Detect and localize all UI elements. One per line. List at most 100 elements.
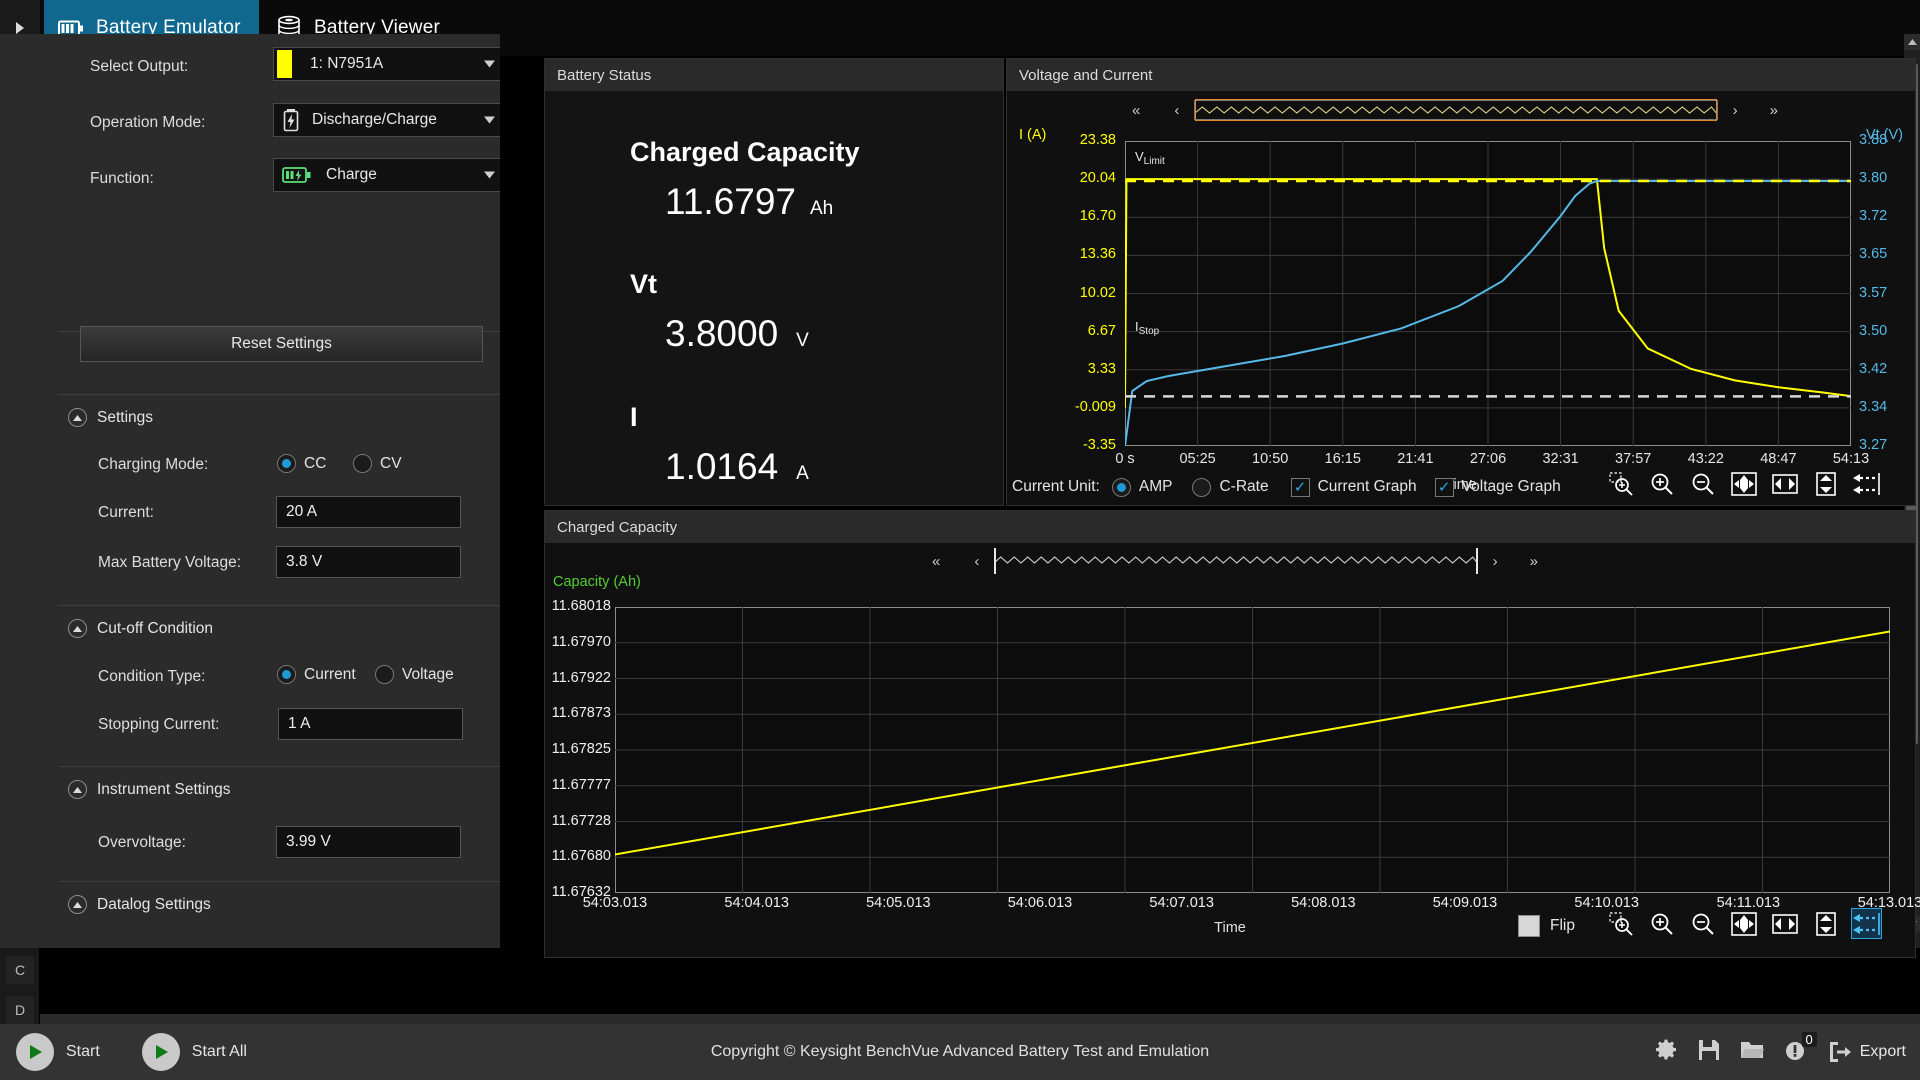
nav-first-button[interactable]: « [1125, 102, 1147, 119]
nav-track[interactable] [994, 551, 1477, 571]
reading-value: 1.0164 [665, 446, 778, 488]
settings-panel: Settings Select Output: 1: N7951A Operat… [0, 0, 500, 900]
nav-first-button[interactable]: « [925, 553, 947, 570]
axis-tick: 10.02 [1080, 285, 1116, 301]
zoom-out-icon[interactable] [1687, 908, 1718, 939]
radio-condition-type-voltage[interactable]: Voltage [375, 665, 454, 684]
checkbox-label: Voltage Graph [1462, 478, 1561, 496]
axis-tick: 11.67922 [552, 670, 611, 686]
fit-all-icon[interactable] [1728, 908, 1759, 939]
export-button[interactable]: Export [1828, 1041, 1906, 1063]
cc-time-navigator[interactable]: « ‹ › » [925, 551, 1545, 571]
max-battery-voltage-label: Max Battery Voltage: [98, 554, 241, 572]
save-icon[interactable] [1698, 1039, 1720, 1066]
radio-dot [1112, 478, 1131, 497]
channel-button-d[interactable]: D [6, 996, 34, 1024]
zoom-box-icon[interactable] [1605, 908, 1636, 939]
nav-next-button[interactable]: › [1486, 553, 1505, 570]
axis-tick: 23.38 [1080, 132, 1116, 148]
cc-flip-control[interactable]: Flip [1518, 915, 1575, 937]
nav-handle-right[interactable] [1476, 548, 1478, 574]
stopping-current-label: Stopping Current: [98, 716, 220, 734]
zoom-in-icon[interactable] [1646, 908, 1677, 939]
battery-status-panel: Battery Status Charged Capacity 11.6797 … [544, 58, 1004, 506]
reading-label-vt: Vt [630, 269, 657, 300]
radio-dot [375, 665, 394, 684]
checkbox-current-graph[interactable]: ✓ Current Graph [1291, 478, 1417, 497]
axis-tick: 37:57 [1598, 451, 1668, 467]
vc-time-navigator[interactable]: « ‹ › » [1125, 100, 1785, 120]
group-title: Datalog Settings [97, 896, 211, 914]
group-header-settings[interactable]: Settings [68, 408, 153, 427]
battery-bolt-icon [282, 108, 300, 132]
zoom-in-icon[interactable] [1646, 468, 1677, 499]
nav-track[interactable] [1194, 100, 1717, 120]
operation-mode-dropdown[interactable]: Discharge/Charge [273, 103, 500, 137]
channel-button-c[interactable]: C [6, 956, 34, 984]
current-input[interactable]: 20 A [276, 496, 461, 528]
gear-icon[interactable] [1654, 1038, 1678, 1067]
axis-tick: 54:09.013 [1405, 895, 1525, 911]
axis-tick: 11.67728 [552, 813, 611, 829]
checkbox-voltage-graph[interactable]: ✓ Voltage Graph [1435, 478, 1561, 497]
overvoltage-input[interactable]: 3.99 V [276, 826, 461, 858]
charged-capacity-panel: Charged Capacity « ‹ › » Capacity (Ah) T… [544, 510, 1916, 958]
group-header-instrument-settings[interactable]: Instrument Settings [68, 780, 231, 799]
vc-control-row: Current Unit: AMP C-Rate ✓ Current Graph… [1012, 470, 1561, 504]
function-dropdown[interactable]: Charge [273, 158, 500, 192]
radio-charging-mode-cv[interactable]: CV [353, 454, 402, 473]
radio-dot [353, 454, 372, 473]
zoom-out-icon[interactable] [1687, 468, 1718, 499]
flip-checkbox[interactable] [1518, 915, 1540, 937]
bottom-bar: Start Start All Copyright © Keysight Ben… [0, 1024, 1920, 1080]
folder-open-icon[interactable] [1740, 1039, 1764, 1066]
axis-tick: 13.36 [1080, 246, 1116, 262]
chevron-up-icon [68, 619, 87, 638]
divider [58, 766, 500, 767]
checkbox-box: ✓ [1435, 478, 1454, 497]
axis-tick: 11.67680 [552, 848, 611, 864]
charged-capacity-plot[interactable] [615, 607, 1890, 893]
nav-last-button[interactable]: » [1523, 553, 1545, 570]
divider [58, 605, 500, 606]
radio-condition-type-current[interactable]: Current [277, 665, 356, 684]
voltage-current-plot[interactable]: VLimit IStop [1125, 141, 1851, 446]
fit-horizontal-icon[interactable] [1769, 468, 1800, 499]
scroll-left-icon[interactable] [1851, 908, 1882, 939]
scroll-up-button[interactable] [1904, 34, 1920, 50]
stopping-current-input[interactable]: 1 A [278, 708, 463, 740]
group-header-datalog-settings[interactable]: Datalog Settings [68, 895, 211, 914]
axis-tick: 0 s [1090, 451, 1160, 467]
fit-all-icon[interactable] [1728, 468, 1759, 499]
fit-vertical-icon[interactable] [1810, 908, 1841, 939]
select-output-value: 1: N7951A [310, 55, 383, 73]
max-battery-voltage-input[interactable]: 3.8 V [276, 546, 461, 578]
radio-unit-amp[interactable]: AMP [1112, 478, 1173, 497]
battery-status-header: Battery Status [545, 59, 1003, 91]
nav-handle-left[interactable] [994, 548, 996, 574]
scroll-left-icon[interactable] [1851, 468, 1882, 499]
export-label: Export [1860, 1043, 1906, 1061]
fit-horizontal-icon[interactable] [1769, 908, 1800, 939]
nav-last-button[interactable]: » [1763, 102, 1785, 119]
nav-selection[interactable] [1195, 99, 1716, 121]
fit-vertical-icon[interactable] [1810, 468, 1841, 499]
radio-charging-mode-cc[interactable]: CC [277, 454, 326, 473]
nav-prev-button[interactable]: ‹ [967, 553, 986, 570]
cc-toolbar [1605, 908, 1882, 939]
chevron-up-icon [68, 895, 87, 914]
reading-label-i: I [630, 402, 638, 433]
zoom-box-icon[interactable] [1605, 468, 1636, 499]
axis-tick: -0.009 [1075, 399, 1116, 415]
chevron-down-icon [484, 117, 495, 124]
current-unit-label: Current Unit: [1012, 478, 1100, 496]
error-icon[interactable]: 0 [1784, 1038, 1808, 1067]
axis-tick: 3.33 [1088, 361, 1116, 377]
radio-unit-crate[interactable]: C-Rate [1192, 478, 1268, 497]
nav-prev-button[interactable]: ‹ [1167, 102, 1186, 119]
reset-settings-button[interactable]: Reset Settings [80, 326, 483, 362]
select-output-dropdown[interactable]: 1: N7951A [273, 47, 500, 81]
nav-next-button[interactable]: › [1726, 102, 1745, 119]
group-header-cutoff-condition[interactable]: Cut-off Condition [68, 619, 213, 638]
axis-tick: 10:50 [1235, 451, 1305, 467]
